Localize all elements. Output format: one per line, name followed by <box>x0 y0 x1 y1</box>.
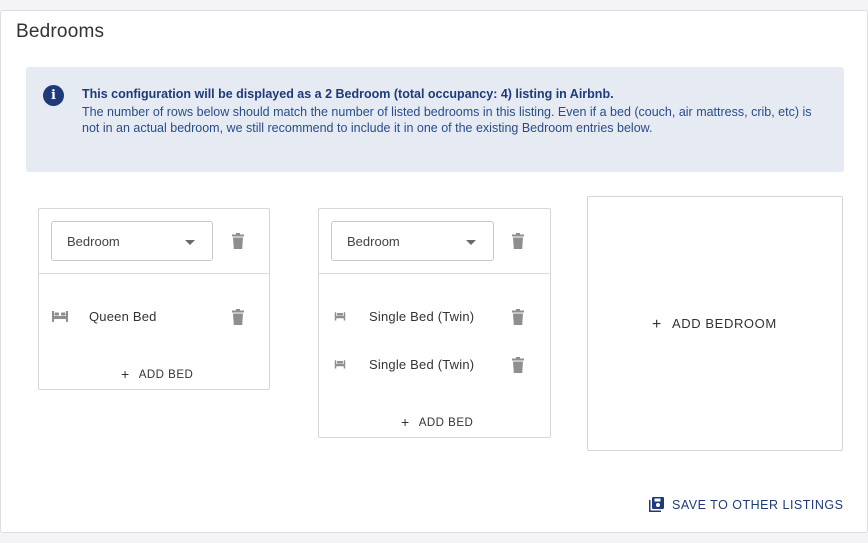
plus-icon: + <box>121 366 130 382</box>
bedroom-type-select[interactable]: Bedroom <box>51 221 213 261</box>
delete-bedroom-icon[interactable] <box>512 233 524 249</box>
add-bedroom-label: ADD BEDROOM <box>671 316 777 331</box>
delete-bedroom-icon[interactable] <box>232 233 244 249</box>
bedroom-card-header: Bedroom <box>39 209 269 274</box>
save-icon <box>649 497 664 512</box>
add-bed-label: ADD BED <box>138 369 194 381</box>
bedroom-type-value: Bedroom <box>67 234 120 249</box>
bedroom-card-2: Bedroom Single Bed (Twin) Single Bed (Tw… <box>318 208 551 438</box>
plus-icon: + <box>401 414 410 430</box>
bedroom-card-1: Bedroom Queen Bed + ADD BED <box>38 208 270 390</box>
info-banner: i This configuration will be displayed a… <box>26 67 844 172</box>
caret-down-icon <box>185 240 195 245</box>
bed-row: Single Bed (Twin) <box>319 353 550 377</box>
add-bed-label: ADD BED <box>418 417 474 429</box>
single-bed-icon <box>334 360 346 369</box>
delete-bed-icon[interactable] <box>232 309 244 325</box>
add-bed-button[interactable]: + ADD BED <box>121 366 193 382</box>
bed-label: Single Bed (Twin) <box>369 357 475 372</box>
caret-down-icon <box>466 240 476 245</box>
section-title: Bedrooms <box>16 21 105 42</box>
delete-bed-icon[interactable] <box>512 357 524 373</box>
info-headline: This configuration will be displayed as … <box>82 87 614 101</box>
info-icon: i <box>43 85 64 106</box>
plus-icon: + <box>652 316 662 333</box>
bed-label: Queen Bed <box>89 309 157 324</box>
add-bedroom-button[interactable]: + ADD BEDROOM <box>587 196 843 451</box>
single-bed-icon <box>334 312 346 321</box>
add-bed-button[interactable]: + ADD BED <box>401 414 473 430</box>
info-text: This configuration will be displayed as … <box>82 86 822 137</box>
bedroom-type-select[interactable]: Bedroom <box>331 221 494 261</box>
bed-row: Single Bed (Twin) <box>319 305 550 329</box>
bedroom-type-value: Bedroom <box>347 234 400 249</box>
bed-label: Single Bed (Twin) <box>369 309 475 324</box>
save-to-other-listings-button[interactable]: SAVE TO OTHER LISTINGS <box>649 497 843 512</box>
save-label: SAVE TO OTHER LISTINGS <box>672 498 844 512</box>
info-body: The number of rows below should match th… <box>82 104 812 136</box>
delete-bed-icon[interactable] <box>512 309 524 325</box>
bedrooms-panel: Bedrooms i This configuration will be di… <box>0 10 868 533</box>
bedroom-card-header: Bedroom <box>319 209 550 274</box>
bed-row: Queen Bed <box>39 305 269 329</box>
queen-bed-icon <box>52 311 68 322</box>
add-bedroom-label-wrap: + ADD BEDROOM <box>652 316 777 334</box>
